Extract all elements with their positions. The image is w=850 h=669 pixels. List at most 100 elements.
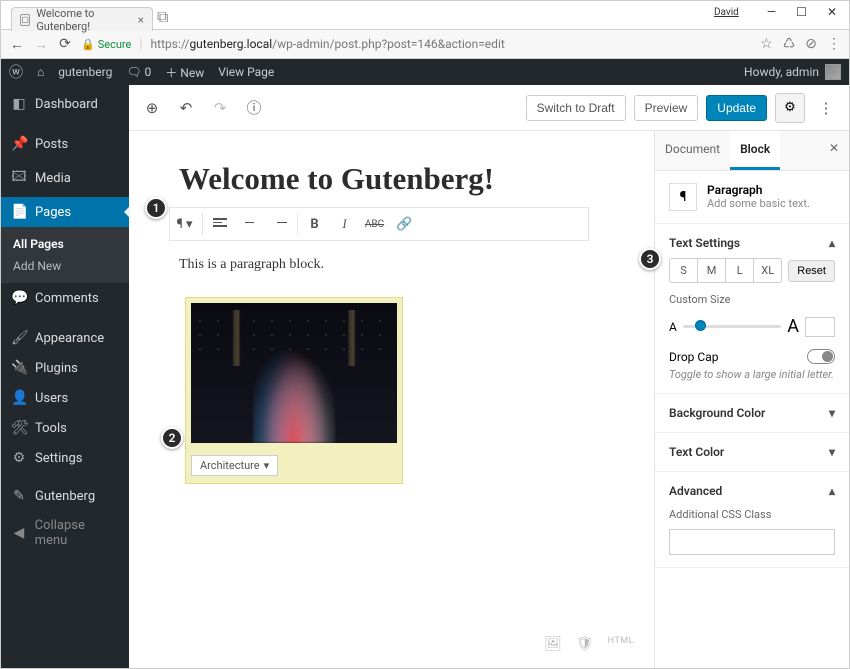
insert-shield-icon[interactable]: 🛡 — [576, 636, 594, 652]
tab-title: Welcome to Gutenberg! — [36, 7, 131, 33]
chevron-up-icon[interactable]: ▴ — [829, 484, 835, 498]
settings-gear-button[interactable]: ⚙ — [775, 93, 805, 123]
annotation-3: 3 — [639, 248, 661, 270]
size-large-a-icon: A — [787, 316, 799, 337]
info-button[interactable]: ⓘ — [241, 95, 267, 121]
inserter-icons: 🖼 🛡 HTML — [544, 636, 634, 652]
align-right-button[interactable] — [265, 208, 295, 240]
sidebar-sub-all-pages[interactable]: All Pages — [1, 233, 129, 255]
size-xl[interactable]: XL — [754, 259, 781, 282]
blocker-icon[interactable]: ⊘ — [805, 36, 817, 52]
sidebar-item-appearance[interactable]: 🖌Appearance — [1, 323, 129, 353]
align-left-button[interactable] — [205, 208, 235, 240]
nav-forward-icon[interactable]: → — [33, 36, 49, 53]
reset-size-button[interactable]: Reset — [788, 260, 835, 282]
panel-text-color[interactable]: Text Color▾ — [655, 433, 849, 472]
panel-advanced: Advanced▴ Additional CSS Class — [655, 472, 849, 568]
browser-url-bar: ← → ⟳ 🔒 Secure | https://gutenberg.local… — [1, 29, 849, 59]
page-icon: 📄 — [11, 204, 27, 220]
annotation-1: 1 — [145, 197, 167, 219]
category-select[interactable]: Architecture▾ — [191, 455, 278, 476]
font-size-input[interactable] — [805, 317, 835, 337]
window-maximize[interactable]: ☐ — [796, 5, 807, 19]
annotation-2: 2 — [161, 427, 183, 449]
nav-back-icon[interactable]: ← — [9, 36, 25, 53]
post-title[interactable]: Welcome to Gutenberg! — [179, 161, 654, 197]
window-minimize[interactable]: — — [767, 5, 776, 19]
image-block[interactable]: Architecture▾ — [185, 297, 403, 484]
sidebar-item-posts[interactable]: 📌Posts — [1, 129, 129, 159]
inspector-close-button[interactable]: ✕ — [819, 131, 849, 170]
drop-cap-hint: Toggle to show a large initial letter. — [669, 368, 835, 381]
sidebar-collapse[interactable]: ◀Collapse menu — [1, 511, 129, 555]
extension-icon[interactable]: ♺ — [783, 36, 796, 52]
url-text[interactable]: https://gutenberg.local/wp-admin/post.ph… — [151, 37, 753, 51]
undo-button[interactable]: ↶ — [173, 95, 199, 121]
paragraph-block[interactable]: This is a paragraph block. — [179, 251, 579, 279]
block-card: ¶ Paragraph Add some basic text. — [655, 171, 849, 224]
align-center-button[interactable] — [235, 208, 265, 240]
link-button[interactable]: 🔗 — [390, 208, 420, 240]
size-m[interactable]: M — [698, 259, 726, 282]
block-type-button[interactable]: ¶ ▾ — [170, 208, 200, 240]
sidebar-item-dashboard[interactable]: ◧Dashboard — [1, 89, 129, 119]
settings-icon: ⚙ — [11, 450, 27, 466]
wp-logo-icon[interactable]: ⓦ — [9, 62, 23, 82]
sidebar-item-gutenberg[interactable]: ✎Gutenberg — [1, 481, 129, 511]
more-menu-button[interactable]: ⋮ — [813, 95, 839, 121]
sidebar-item-pages[interactable]: 📄Pages — [1, 197, 129, 227]
site-name[interactable]: gutenberg — [58, 65, 112, 79]
size-small-a-icon: A — [669, 320, 677, 334]
new-button[interactable]: ＋ New — [165, 64, 204, 81]
bold-button[interactable]: B — [300, 208, 330, 240]
image-placeholder[interactable] — [191, 303, 397, 443]
secure-indicator[interactable]: 🔒 Secure — [81, 38, 131, 51]
editor-area: ⊕ ↶ ↷ ⓘ Switch to Draft Preview Update ⚙… — [129, 85, 849, 668]
sidebar-item-settings[interactable]: ⚙Settings — [1, 443, 129, 473]
comments-icon[interactable]: 🗨 0 — [126, 65, 151, 79]
sidebar-item-media[interactable]: 🖾Media — [1, 159, 129, 197]
avatar[interactable] — [825, 64, 841, 80]
panel-bg-color[interactable]: Background Color▾ — [655, 394, 849, 433]
admin-sidebar: ◧Dashboard 📌Posts 🖾Media 📄Pages All Page… — [1, 85, 129, 668]
insert-html-icon[interactable]: HTML — [608, 636, 634, 652]
size-l[interactable]: L — [726, 259, 754, 282]
window-close[interactable]: ✕ — [827, 5, 837, 19]
view-page-link[interactable]: View Page — [218, 65, 274, 79]
bookmark-icon[interactable]: ☆ — [760, 36, 773, 52]
font-size-slider[interactable] — [683, 325, 781, 328]
chevron-up-icon[interactable]: ▴ — [829, 236, 835, 250]
new-tab-button[interactable]: ⧉ — [157, 7, 168, 29]
switch-draft-button[interactable]: Switch to Draft — [526, 95, 626, 121]
browser-tab[interactable]: ▢ Welcome to Gutenberg! × — [11, 7, 153, 31]
lock-icon: 🔒 — [81, 38, 95, 51]
block-inspector: Document Block ✕ ¶ Paragraph Add some ba… — [654, 131, 849, 668]
tab-close-icon[interactable]: × — [138, 13, 144, 27]
editor-canvas[interactable]: Welcome to Gutenberg! ¶ ▾ B I ABC 🔗 This… — [129, 131, 654, 668]
italic-button[interactable]: I — [330, 208, 360, 240]
tab-document[interactable]: Document — [655, 131, 730, 170]
site-icon[interactable]: ⌂ — [37, 65, 44, 79]
sidebar-sub-add-new[interactable]: Add New — [1, 255, 129, 277]
chevron-down-icon[interactable]: ▾ — [829, 406, 835, 420]
chevron-down-icon[interactable]: ▾ — [829, 445, 835, 459]
redo-button[interactable]: ↷ — [207, 95, 233, 121]
size-s[interactable]: S — [670, 259, 698, 282]
css-class-input[interactable] — [669, 529, 835, 555]
howdy-text[interactable]: Howdy, admin — [744, 65, 819, 79]
update-button[interactable]: Update — [706, 95, 767, 121]
sidebar-item-users[interactable]: 👤Users — [1, 383, 129, 413]
drop-cap-toggle[interactable] — [807, 349, 835, 364]
menu-icon[interactable]: ⋮ — [827, 36, 841, 52]
dashboard-icon: ◧ — [11, 96, 27, 112]
add-block-button[interactable]: ⊕ — [139, 95, 165, 121]
font-size-buttons: S M L XL — [669, 258, 782, 283]
preview-button[interactable]: Preview — [634, 95, 699, 121]
nav-reload-icon[interactable]: ⟳ — [57, 36, 73, 52]
sidebar-item-tools[interactable]: 🛠Tools — [1, 413, 129, 443]
tab-block[interactable]: Block — [730, 131, 780, 170]
sidebar-item-plugins[interactable]: 🔌Plugins — [1, 353, 129, 383]
insert-image-icon[interactable]: 🖼 — [544, 636, 562, 652]
sidebar-item-comments[interactable]: 💬Comments — [1, 283, 129, 313]
strikethrough-button[interactable]: ABC — [360, 208, 390, 240]
